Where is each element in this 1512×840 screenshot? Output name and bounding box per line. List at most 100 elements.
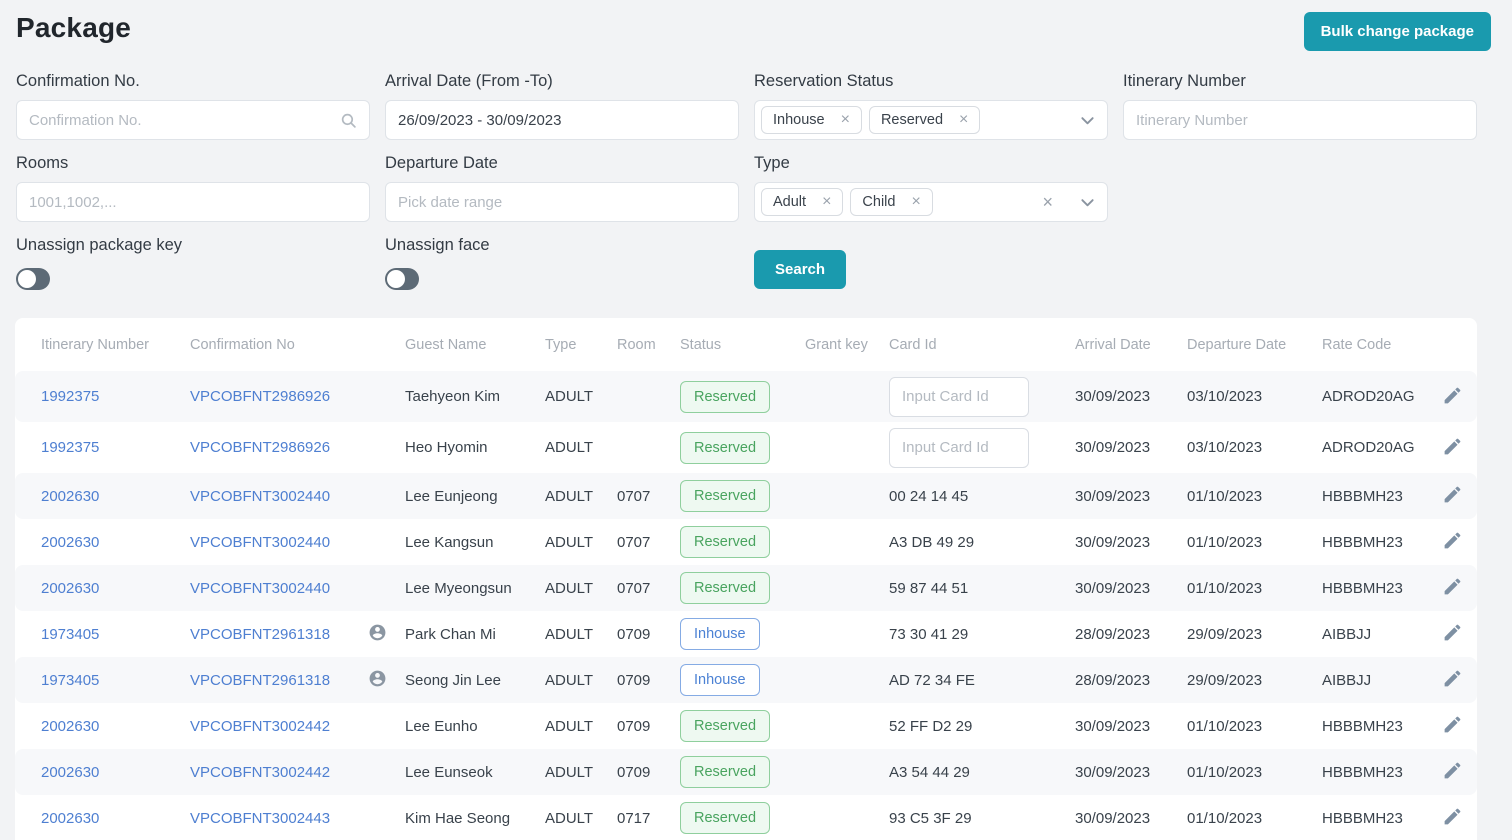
filter-departure-date: Departure Date	[385, 140, 739, 222]
edit-button[interactable]	[1440, 574, 1465, 602]
guest-name: Taehyeon Kim	[405, 388, 501, 405]
arrival-date-input[interactable]	[398, 111, 726, 129]
person-icon	[368, 623, 387, 646]
confirmation-link[interactable]: VPCOBFNT3002440	[190, 580, 368, 597]
itinerary-link[interactable]: 1973405	[41, 626, 190, 643]
table-row: 2002630 VPCOBFNT3002440 Lee Eunjeong ADULT 0…	[15, 473, 1477, 519]
type-chips: Adult × Child ×	[761, 188, 1035, 216]
unassign-package-key-toggle[interactable]	[16, 268, 50, 290]
arrival-date: 30/09/2023	[1075, 533, 1151, 551]
confirmation-link[interactable]: VPCOBFNT2961318	[190, 672, 368, 689]
col-card-id: Card Id	[889, 336, 937, 353]
confirmation-link[interactable]: VPCOBFNT3002443	[190, 810, 368, 827]
filter-type: Type Adult × Child × ×	[754, 140, 1108, 222]
chevron-down-icon[interactable]	[1080, 195, 1095, 210]
confirmation-no-input[interactable]	[29, 111, 332, 129]
edit-cell	[1440, 666, 1477, 694]
col-rate-code: Rate Code	[1322, 336, 1392, 353]
edit-button[interactable]	[1440, 804, 1465, 832]
departure-date: 01/10/2023	[1187, 809, 1263, 827]
pencil-icon	[1442, 484, 1463, 508]
guest-type: ADULT	[545, 671, 594, 689]
confirmation-link[interactable]: VPCOBFNT2961318	[190, 626, 368, 643]
filters-section: Confirmation No. Arrival Date (From -To)…	[0, 58, 1512, 290]
filter-tag: Reserved ×	[868, 106, 981, 134]
col-departure-date: Departure Date	[1187, 336, 1287, 353]
status-cell: Reserved	[680, 802, 805, 834]
edit-button[interactable]	[1440, 666, 1465, 694]
edit-button[interactable]	[1440, 383, 1465, 411]
table-row: 2002630 VPCOBFNT3002440 Lee Myeongsun ADULT…	[15, 565, 1477, 611]
chevron-down-icon[interactable]	[1080, 113, 1095, 128]
reservation-status-select[interactable]: Inhouse × Reserved ×	[754, 100, 1108, 140]
card-id-input[interactable]	[889, 376, 1029, 417]
remove-tag-icon[interactable]: ×	[911, 194, 920, 210]
search-button[interactable]: Search	[754, 250, 847, 289]
rate-code: HBBBMH23	[1322, 717, 1403, 735]
card-id-value: 73 30 41 29	[889, 625, 969, 643]
remove-tag-icon[interactable]: ×	[822, 194, 831, 210]
avatar-cell	[368, 623, 405, 646]
pencil-icon	[1442, 576, 1463, 600]
col-type: Type	[545, 336, 577, 353]
itinerary-link[interactable]: 1992375	[41, 439, 190, 456]
confirmation-link[interactable]: VPCOBFNT2986926	[190, 439, 368, 456]
col-status: Status	[680, 336, 722, 353]
table-row: 1992375 VPCOBFNT2986926 Heo Hyomin ADULT Res…	[15, 422, 1477, 473]
edit-cell	[1440, 804, 1477, 832]
filter-spacer	[1123, 222, 1477, 290]
remove-tag-icon[interactable]: ×	[959, 112, 968, 128]
table-row: 2002630 VPCOBFNT3002442 Lee Eunseok ADULT 07…	[15, 749, 1477, 795]
card-id-value: 52 FF D2 29	[889, 717, 973, 735]
status-cell: Reserved	[680, 526, 805, 558]
itinerary-link[interactable]: 1992375	[41, 388, 190, 405]
bulk-change-package-button[interactable]: Bulk change package	[1303, 12, 1491, 51]
edit-button[interactable]	[1440, 482, 1465, 510]
card-id-input[interactable]	[889, 427, 1029, 468]
status-badge: Reserved	[680, 526, 771, 558]
confirmation-link[interactable]: VPCOBFNT3002440	[190, 488, 368, 505]
rooms-control	[16, 182, 370, 222]
itinerary-link[interactable]: 2002630	[41, 488, 190, 505]
status-cell: Reserved	[680, 756, 805, 788]
arrival-date: 30/09/2023	[1075, 579, 1151, 597]
arrival-date: 30/09/2023	[1075, 487, 1151, 505]
edit-button[interactable]	[1440, 620, 1465, 648]
departure-date: 01/10/2023	[1187, 533, 1263, 551]
arrival-date: 30/09/2023	[1075, 717, 1151, 735]
rate-code: HBBBMH23	[1322, 533, 1403, 551]
card-id-cell: 59 87 44 51	[889, 580, 1075, 597]
clear-selection-icon[interactable]: ×	[1042, 193, 1053, 211]
filter-rooms: Rooms	[16, 140, 370, 222]
type-select[interactable]: Adult × Child × ×	[754, 182, 1108, 222]
rooms-input[interactable]	[29, 193, 357, 211]
arrival-date-label: Arrival Date (From -To)	[385, 72, 553, 90]
unassign-face-toggle[interactable]	[385, 268, 419, 290]
itinerary-number-input[interactable]	[1136, 111, 1464, 129]
rate-code: AIBBJJ	[1322, 671, 1372, 689]
itinerary-link[interactable]: 1973405	[41, 672, 190, 689]
col-grant-key: Grant key	[805, 336, 868, 353]
avatar-cell	[368, 669, 405, 692]
itinerary-link[interactable]: 2002630	[41, 810, 190, 827]
guest-name: Park Chan Mi	[405, 625, 496, 643]
itinerary-link[interactable]: 2002630	[41, 764, 190, 781]
edit-button[interactable]	[1440, 434, 1465, 462]
edit-button[interactable]	[1440, 758, 1465, 786]
status-badge: Reserved	[680, 710, 771, 742]
remove-tag-icon[interactable]: ×	[841, 112, 850, 128]
departure-date-control	[385, 182, 739, 222]
departure-date: 29/09/2023	[1187, 671, 1263, 689]
confirmation-link[interactable]: VPCOBFNT3002440	[190, 534, 368, 551]
confirmation-link[interactable]: VPCOBFNT3002442	[190, 764, 368, 781]
edit-button[interactable]	[1440, 712, 1465, 740]
pencil-icon	[1442, 760, 1463, 784]
departure-date-input[interactable]	[398, 193, 726, 211]
confirmation-link[interactable]: VPCOBFNT3002442	[190, 718, 368, 735]
confirmation-link[interactable]: VPCOBFNT2986926	[190, 388, 368, 405]
edit-button[interactable]	[1440, 528, 1465, 556]
itinerary-link[interactable]: 2002630	[41, 718, 190, 735]
itinerary-link[interactable]: 2002630	[41, 580, 190, 597]
card-id-value: 00 24 14 45	[889, 487, 969, 505]
itinerary-link[interactable]: 2002630	[41, 534, 190, 551]
